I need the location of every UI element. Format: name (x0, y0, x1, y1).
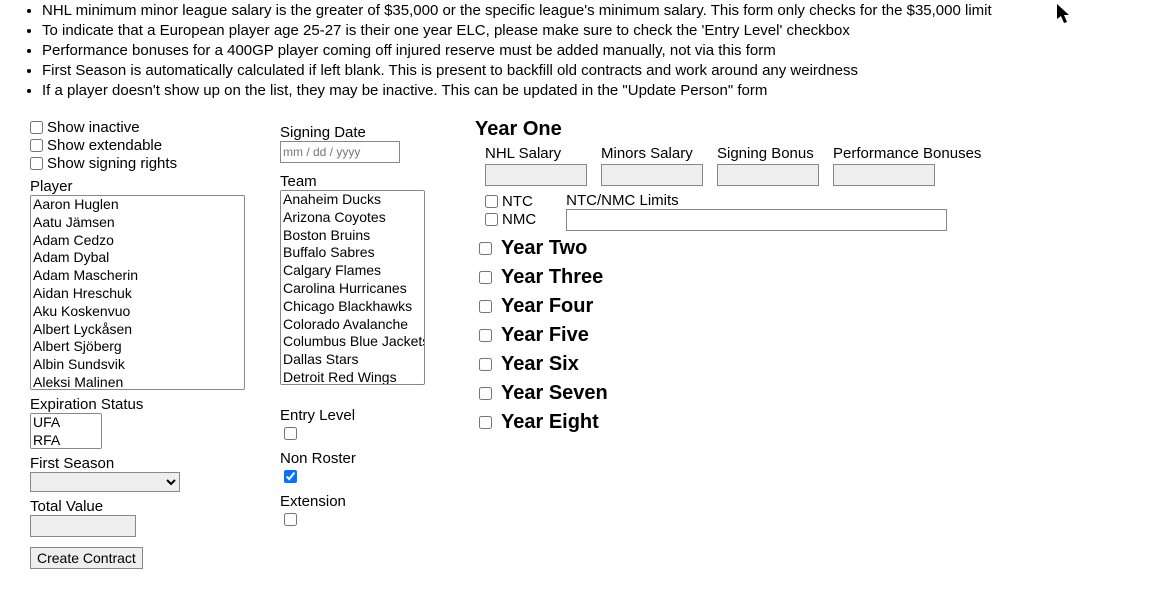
list-item[interactable]: Chicago Blackhawks (281, 298, 424, 316)
note-item: NHL minimum minor league salary is the g… (42, 2, 1124, 20)
year-five-heading: Year Five (501, 324, 589, 347)
list-item[interactable]: Albert Sjöberg (31, 338, 244, 356)
signing-bonus-input[interactable] (717, 164, 819, 186)
list-item[interactable]: Columbus Blue Jackets (281, 333, 424, 351)
ntc-checkbox[interactable] (485, 195, 498, 208)
total-value-input[interactable] (30, 515, 136, 537)
year-four-checkbox[interactable] (479, 300, 492, 313)
list-item[interactable]: Dallas Stars (281, 351, 424, 369)
player-label: Player (30, 178, 270, 195)
signing-date-input[interactable] (280, 141, 400, 163)
list-item[interactable]: Boston Bruins (281, 227, 424, 245)
player-listbox[interactable]: Aaron HuglenAatu JämsenAdam CedzoAdam Dy… (30, 195, 245, 390)
signing-bonus-label: Signing Bonus (717, 145, 819, 162)
list-item[interactable]: Adam Dybal (31, 249, 244, 267)
list-item[interactable]: Aidan Hreschuk (31, 285, 244, 303)
non-roster-checkbox[interactable] (284, 470, 297, 483)
nhl-salary-label: NHL Salary (485, 145, 587, 162)
entry-level-label: Entry Level (280, 407, 450, 424)
create-contract-button[interactable]: Create Contract (30, 547, 143, 569)
nmc-checkbox[interactable] (485, 213, 498, 226)
year-six-checkbox[interactable] (479, 358, 492, 371)
list-item[interactable]: Aku Koskenvuo (31, 303, 244, 321)
year-eight-checkbox[interactable] (479, 416, 492, 429)
ntc-label: NTC (502, 193, 533, 210)
list-item[interactable]: Aaron Huglen (31, 196, 244, 214)
list-item[interactable]: Buffalo Sabres (281, 244, 424, 262)
list-item[interactable]: Albin Sundsvik (31, 356, 244, 374)
year-four-heading: Year Four (501, 295, 593, 318)
total-value-label: Total Value (30, 498, 270, 515)
show-extendable-label: Show extendable (47, 137, 162, 154)
mouse-cursor-icon (1057, 4, 1073, 24)
year-eight-heading: Year Eight (501, 411, 599, 434)
ntc-limits-input[interactable] (566, 209, 947, 231)
note-item: First Season is automatically calculated… (42, 62, 1124, 80)
list-item[interactable]: Adam Cedzo (31, 232, 244, 250)
team-listbox[interactable]: Anaheim DucksArizona CoyotesBoston Bruin… (280, 190, 425, 385)
list-item[interactable]: Detroit Red Wings (281, 369, 424, 385)
ntc-limits-label: NTC/NMC Limits (566, 192, 679, 209)
performance-bonuses-input[interactable] (833, 164, 935, 186)
entry-level-checkbox[interactable] (284, 427, 297, 440)
extension-label: Extension (280, 493, 450, 510)
extension-checkbox[interactable] (284, 513, 297, 526)
note-item: Performance bonuses for a 400GP player c… (42, 42, 1124, 60)
year-seven-heading: Year Seven (501, 382, 608, 405)
year-two-checkbox[interactable] (479, 242, 492, 255)
year-three-checkbox[interactable] (479, 271, 492, 284)
year-seven-checkbox[interactable] (479, 387, 492, 400)
list-item[interactable]: Aleksi Malinen (31, 374, 244, 390)
show-inactive-label: Show inactive (47, 119, 140, 136)
nhl-salary-input[interactable] (485, 164, 587, 186)
list-item[interactable]: Aatu Jämsen (31, 214, 244, 232)
list-item[interactable]: Carolina Hurricanes (281, 280, 424, 298)
list-item[interactable]: UFA (31, 414, 101, 432)
show-extendable-checkbox[interactable] (30, 139, 43, 152)
show-inactive-checkbox[interactable] (30, 121, 43, 134)
instruction-list: NHL minimum minor league salary is the g… (30, 2, 1124, 100)
nmc-label: NMC (502, 211, 536, 228)
show-signing-rights-label: Show signing rights (47, 155, 177, 172)
year-six-heading: Year Six (501, 353, 579, 376)
list-item[interactable]: Albert Lyckåsen (31, 321, 244, 339)
list-item[interactable]: Anaheim Ducks (281, 191, 424, 209)
list-item[interactable]: RFA (31, 432, 101, 449)
expiration-status-listbox[interactable]: UFARFA (30, 413, 102, 449)
expiration-status-label: Expiration Status (30, 396, 270, 413)
first-season-select[interactable] (30, 472, 180, 492)
note-item: To indicate that a European player age 2… (42, 22, 1124, 40)
minors-salary-label: Minors Salary (601, 145, 703, 162)
note-item: If a player doesn't show up on the list,… (42, 82, 1124, 100)
signing-date-label: Signing Date (280, 124, 450, 141)
non-roster-label: Non Roster (280, 450, 450, 467)
team-label: Team (280, 173, 450, 190)
list-item[interactable]: Arizona Coyotes (281, 209, 424, 227)
show-signing-rights-checkbox[interactable] (30, 157, 43, 170)
year-five-checkbox[interactable] (479, 329, 492, 342)
list-item[interactable]: Adam Mascherin (31, 267, 244, 285)
first-season-label: First Season (30, 455, 270, 472)
list-item[interactable]: Colorado Avalanche (281, 316, 424, 334)
minors-salary-input[interactable] (601, 164, 703, 186)
year-two-heading: Year Two (501, 237, 587, 260)
year-three-heading: Year Three (501, 266, 603, 289)
list-item[interactable]: Calgary Flames (281, 262, 424, 280)
performance-bonuses-label: Performance Bonuses (833, 145, 981, 162)
year-one-heading: Year One (475, 118, 981, 141)
